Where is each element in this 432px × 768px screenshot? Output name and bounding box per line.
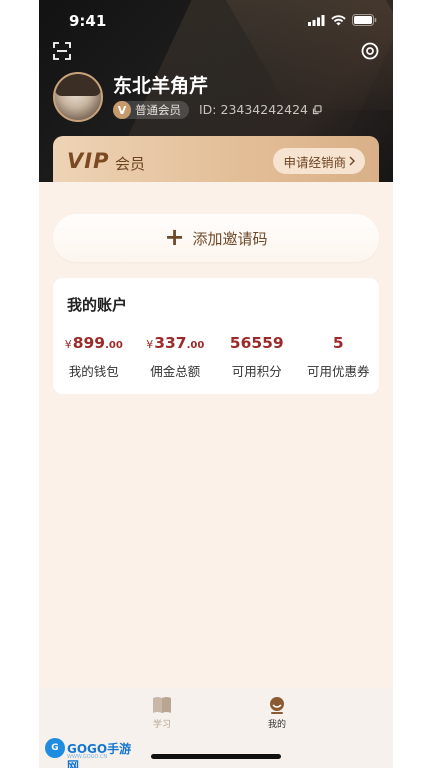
book-icon (153, 697, 171, 713)
tab-study[interactable]: 学习 (132, 696, 192, 730)
chevron-right-icon (349, 156, 355, 166)
account-card: 我的账户 ¥899.00 我的钱包 ¥337.00 佣金总额 56559 可用积… (53, 278, 379, 394)
add-invite-code-button[interactable]: + 添加邀请码 (53, 214, 379, 262)
plus-icon: + (164, 222, 185, 251)
vip-card[interactable]: VIP 会员 申请经销商 (53, 136, 379, 182)
status-icons (308, 14, 377, 26)
coupons-stat[interactable]: 5 可用优惠券 (298, 334, 380, 380)
avatar[interactable] (53, 72, 103, 122)
wallet-value: 899 (72, 334, 106, 352)
watermark-icon: G (45, 738, 65, 758)
user-id: ID: 23434242424 (199, 102, 322, 117)
apply-dealer-label: 申请经销商 (283, 154, 346, 170)
points-value: 56559 (229, 334, 284, 352)
wallet-decimal: .00 (105, 340, 123, 351)
v-badge-icon: V (113, 101, 131, 119)
signal-icon (308, 14, 325, 26)
settings-icon[interactable] (361, 42, 379, 64)
wifi-icon (331, 14, 346, 25)
coupons-label: 可用优惠券 (306, 364, 370, 379)
tab-mine-label: 我的 (267, 720, 286, 730)
apply-dealer-button[interactable]: 申请经销商 (273, 148, 365, 174)
profile-icon (270, 697, 284, 714)
points-label: 可用积分 (231, 364, 282, 379)
wallet-currency: ¥ (64, 338, 72, 351)
member-level-badge: V 普通会员 (113, 101, 189, 119)
wallet-stat[interactable]: ¥899.00 我的钱包 (53, 334, 135, 380)
points-stat[interactable]: 56559 可用积分 (216, 334, 298, 380)
account-stats: ¥899.00 我的钱包 ¥337.00 佣金总额 56559 可用积分 5 可… (53, 334, 379, 380)
watermark-logo: G GOGO手游网 WWW.GOGO.CN (45, 738, 135, 768)
vip-label: 会员 (115, 155, 146, 173)
commission-label: 佣金总额 (150, 364, 201, 379)
watermark-sub: WWW.GOGO.CN (67, 754, 108, 760)
copy-icon[interactable] (312, 104, 322, 115)
wallet-label: 我的钱包 (68, 364, 119, 379)
status-time: 9:41 (69, 12, 107, 30)
user-id-text: ID: 23434242424 (199, 102, 308, 117)
battery-icon (352, 14, 377, 26)
tab-mine[interactable]: 我的 (247, 696, 307, 730)
commission-currency: ¥ (146, 338, 154, 351)
account-title: 我的账户 (67, 296, 128, 314)
vip-logo: VIP (67, 149, 110, 173)
home-indicator (151, 754, 281, 759)
scan-icon[interactable] (53, 42, 71, 64)
commission-stat[interactable]: ¥337.00 佣金总额 (135, 334, 217, 380)
coupons-value: 5 (332, 334, 344, 352)
username: 东北羊角芹 (113, 75, 209, 97)
tab-study-label: 学习 (152, 720, 171, 730)
add-invite-code-label: 添加邀请码 (192, 229, 268, 248)
status-bar: 9:41 (39, 0, 393, 40)
phone-screen: 9:41 东北羊角芹 V 普通会员 ID: 23434242424 VIP 会员… (39, 0, 393, 768)
member-level-label: 普通会员 (135, 103, 181, 117)
commission-value: 337 (154, 334, 187, 352)
commission-decimal: .00 (186, 340, 205, 351)
